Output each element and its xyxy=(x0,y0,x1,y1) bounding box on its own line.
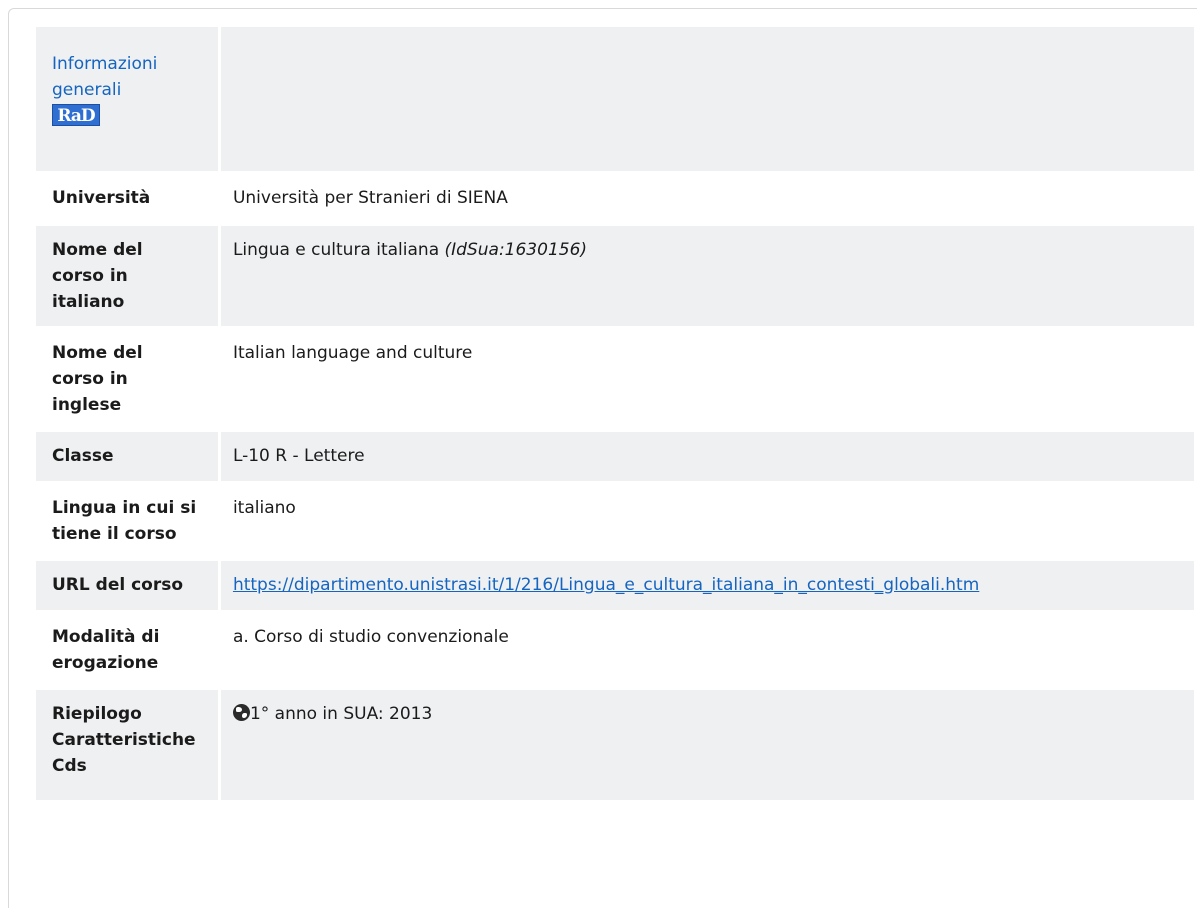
idsua-value: (IdSua:1630156) xyxy=(444,240,588,260)
row-label-text: Nome del corso in italiano xyxy=(52,240,143,312)
globe-icon xyxy=(232,704,250,721)
row-label: Classe xyxy=(36,432,218,481)
row-label: URL del corso xyxy=(36,561,218,610)
row-label: Nome del corso in italiano xyxy=(36,226,218,326)
table-row: Classe L-10 R - Lettere xyxy=(36,432,1194,481)
table-row: Nome del corso in inglese Italian langua… xyxy=(36,329,1194,429)
row-value: 1° anno in SUA: 2013 xyxy=(220,690,1194,800)
course-url-link[interactable]: https://dipartimento.unistrasi.it/1/216/… xyxy=(233,575,979,595)
lingua-value: italiano xyxy=(232,498,296,518)
row-label-text: Classe xyxy=(52,446,114,466)
row-value: L-10 R - Lettere xyxy=(220,432,1194,481)
table-row: URL del corso https://dipartimento.unist… xyxy=(36,561,1194,610)
row-value: a. Corso di studio convenzionale xyxy=(220,613,1194,687)
table-row: Università Università per Stranieri di S… xyxy=(36,174,1194,223)
table-row: Nome del corso in italiano Lingua e cult… xyxy=(36,226,1194,326)
course-name-en-value: Italian language and culture xyxy=(232,343,473,363)
info-table: Informazioni generali RaD Università Uni… xyxy=(33,24,1197,803)
row-label: Nome del corso in inglese xyxy=(36,329,218,429)
modalita-value: a. Corso di studio convenzionale xyxy=(232,627,509,647)
rad-logo-text: RaD xyxy=(57,106,95,126)
header-value-cell xyxy=(220,27,1194,171)
section-title: Informazioni generali xyxy=(52,54,158,100)
table-header-row: Informazioni generali RaD xyxy=(36,27,1194,171)
row-label-text: Università xyxy=(52,188,151,208)
row-value: Lingua e cultura italiana (IdSua:1630156… xyxy=(220,226,1194,326)
rad-logo: RaD xyxy=(52,104,100,126)
row-label: Riepilogo Caratteristiche Cds xyxy=(36,690,218,800)
course-name-it-value: Lingua e cultura italiana xyxy=(232,240,440,260)
row-label-text: Lingua in cui si tiene il corso xyxy=(52,498,197,544)
row-label-text: Nome del corso in inglese xyxy=(52,343,143,415)
row-label-text: Modalità di erogazione xyxy=(52,627,160,673)
row-value: Università per Stranieri di SIENA xyxy=(220,174,1194,223)
table-row: Lingua in cui si tiene il corso italiano xyxy=(36,484,1194,558)
universita-value: Università per Stranieri di SIENA xyxy=(232,188,508,208)
classe-value: L-10 R - Lettere xyxy=(232,446,365,466)
riepilogo-value: 1° anno in SUA: 2013 xyxy=(249,704,433,724)
header-label-cell: Informazioni generali RaD xyxy=(36,27,218,171)
row-label-text: Riepilogo Caratteristiche Cds xyxy=(52,704,196,776)
table-row: Modalità di erogazione a. Corso di studi… xyxy=(36,613,1194,687)
row-label: Modalità di erogazione xyxy=(36,613,218,687)
row-value: italiano xyxy=(220,484,1194,558)
row-label: Università xyxy=(36,174,218,223)
table-row: Riepilogo Caratteristiche Cds 1° anno in… xyxy=(36,690,1194,800)
row-label: Lingua in cui si tiene il corso xyxy=(36,484,218,558)
row-value: https://dipartimento.unistrasi.it/1/216/… xyxy=(220,561,1194,610)
row-value: Italian language and culture xyxy=(220,329,1194,429)
row-label-text: URL del corso xyxy=(52,575,184,595)
